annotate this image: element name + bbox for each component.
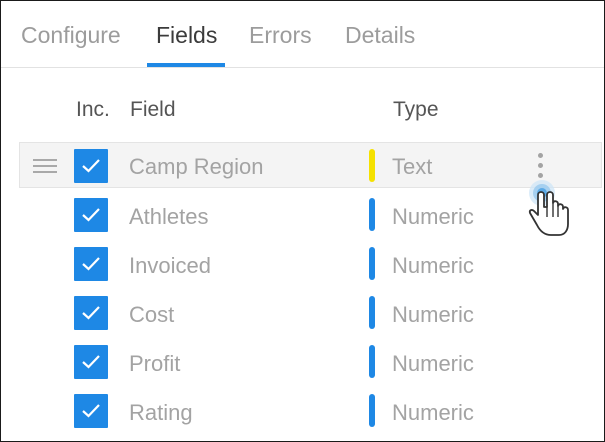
field-name-profit: Profit — [129, 351, 181, 376]
active-tab-indicator — [147, 63, 225, 67]
include-checkbox-camp-region[interactable] — [74, 149, 108, 183]
column-header-inc: Inc. — [76, 98, 110, 121]
include-checkbox-profit[interactable] — [74, 345, 108, 379]
field-name-cost: Cost — [129, 302, 175, 327]
field-configuration-panel: Configure Fields Errors Details Inc. Fie… — [0, 0, 605, 442]
column-header-field: Field — [130, 98, 176, 121]
type-indicator-text — [369, 149, 375, 182]
checkmark-icon — [82, 404, 100, 418]
tab-fields[interactable]: Fields — [156, 22, 217, 49]
checkmark-icon — [82, 208, 100, 222]
field-type-rating: Numeric — [392, 400, 474, 425]
type-indicator-numeric — [369, 394, 375, 427]
include-checkbox-cost[interactable] — [74, 296, 108, 330]
field-name-camp-region: Camp Region — [129, 154, 264, 179]
include-checkbox-athletes[interactable] — [74, 198, 108, 232]
drag-handle-icon[interactable] — [33, 159, 57, 173]
include-checkbox-invoiced[interactable] — [74, 247, 108, 281]
checkmark-icon — [82, 355, 100, 369]
column-header-type: Type — [393, 98, 439, 121]
type-indicator-numeric — [369, 247, 375, 280]
field-name-athletes: Athletes — [129, 204, 209, 229]
field-name-rating: Rating — [129, 400, 193, 425]
checkmark-icon — [82, 159, 100, 173]
type-indicator-numeric — [369, 198, 375, 231]
tab-details[interactable]: Details — [345, 22, 415, 49]
tab-bar: Configure Fields Errors Details — [1, 1, 604, 68]
field-type-cost: Numeric — [392, 302, 474, 327]
type-indicator-numeric — [369, 345, 375, 378]
field-type-profit: Numeric — [392, 351, 474, 376]
tab-errors[interactable]: Errors — [249, 22, 312, 49]
checkmark-icon — [82, 257, 100, 271]
include-checkbox-rating[interactable] — [74, 394, 108, 428]
field-type-invoiced: Numeric — [392, 253, 474, 278]
tab-configure[interactable]: Configure — [21, 22, 121, 49]
field-type-athletes: Numeric — [392, 204, 474, 229]
checkmark-icon — [82, 306, 100, 320]
field-type-camp-region: Text — [392, 154, 433, 179]
field-name-invoiced: Invoiced — [129, 253, 211, 278]
type-indicator-numeric — [369, 296, 375, 329]
hand-pointer-icon — [528, 180, 569, 236]
